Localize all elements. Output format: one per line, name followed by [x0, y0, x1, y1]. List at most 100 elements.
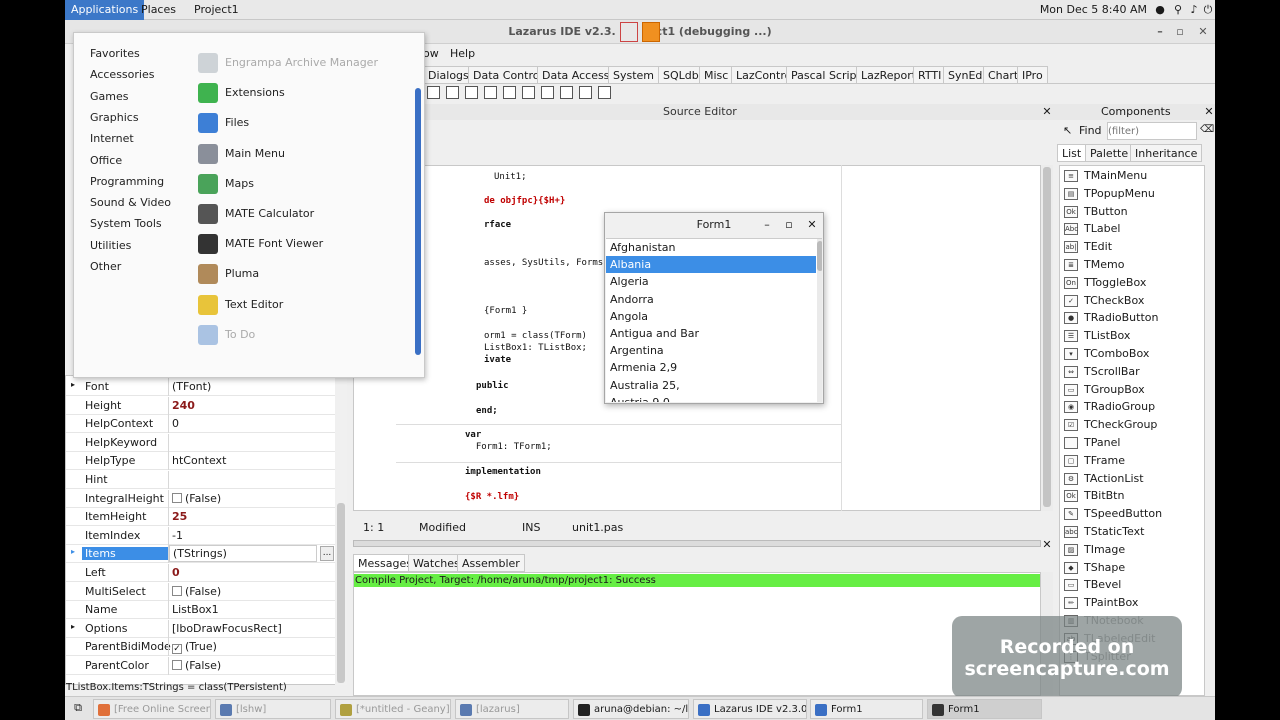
property-value[interactable]: (TStrings) [169, 545, 317, 563]
palette-component-icon[interactable] [541, 86, 554, 99]
compile-success-message[interactable]: Compile Project, Target: /home/aruna/tmp… [354, 574, 1040, 587]
component-item[interactable]: ✎ TSpeedButton [1062, 505, 1202, 523]
menu-category[interactable]: Utilities [90, 239, 131, 252]
app-launcher[interactable]: Files [198, 111, 398, 135]
app-launcher[interactable]: Text Editor [198, 293, 398, 317]
listbox-scrollbar[interactable] [817, 239, 822, 402]
property-row[interactable]: ItemHeight 25 [66, 508, 336, 527]
palette-component-icon[interactable] [484, 86, 497, 99]
property-value[interactable]: (TFont) [172, 380, 211, 393]
app-launcher[interactable]: To Do [198, 323, 398, 347]
menu-window[interactable]: ow [423, 47, 439, 60]
app-launcher[interactable]: MATE Font Viewer [198, 232, 398, 256]
component-item[interactable]: ✓ TCheckBox [1062, 292, 1202, 310]
component-item[interactable]: ☰ TListBox [1062, 327, 1202, 345]
listbox-item[interactable]: Algeria [606, 273, 816, 290]
listbox-item[interactable]: Armenia 2,9 [606, 359, 816, 376]
property-row[interactable]: ▸ Font (TFont) [66, 378, 336, 396]
component-item[interactable]: ☑ TCheckGroup [1062, 416, 1202, 434]
palette-tab[interactable]: System [608, 66, 660, 83]
property-row[interactable]: Hint [66, 471, 336, 489]
taskbar-item[interactable]: aruna@debian: ~/l... [573, 699, 689, 719]
listbox1[interactable]: Austria 9,0Australia 25,Armenia 2,9Argen… [606, 238, 822, 402]
component-item[interactable]: abc TStaticText [1062, 523, 1202, 541]
property-value[interactable]: htContext [172, 454, 226, 467]
app-launcher[interactable]: Engrampa Archive Manager [198, 51, 398, 75]
property-row[interactable]: ▸ Items (TStrings)... [66, 545, 336, 564]
palette-component-icon[interactable] [560, 86, 573, 99]
property-row[interactable]: Name ListBox1 [66, 601, 336, 620]
editor-scrollbar[interactable] [1041, 165, 1053, 511]
close-icon[interactable]: ✕ [804, 213, 820, 237]
expand-icon[interactable]: ▸ [71, 380, 75, 389]
listbox-item[interactable]: Albania [606, 256, 816, 274]
property-row[interactable]: HelpType htContext [66, 452, 336, 471]
close-components-icon[interactable]: ✕ [1203, 105, 1215, 119]
property-row[interactable]: HelpKeyword [66, 433, 336, 452]
palette-tab[interactable]: IPro [1017, 66, 1048, 83]
component-item[interactable]: ▭ TBevel [1062, 576, 1202, 594]
property-value[interactable]: 0 [172, 417, 179, 430]
property-value[interactable]: 240 [172, 399, 195, 412]
property-value[interactable]: (False) [172, 659, 221, 672]
applications-menu-button[interactable]: Applications [65, 0, 145, 20]
taskbar-item[interactable]: Form1 [810, 699, 923, 719]
component-item[interactable]: ab| TEdit [1062, 238, 1202, 256]
property-value[interactable]: ✓ (True) [172, 640, 217, 655]
menu-category[interactable]: Graphics [90, 111, 139, 124]
expand-icon[interactable]: ▸ [71, 622, 75, 631]
palette-component-icon[interactable] [465, 86, 478, 99]
app-launcher[interactable]: Pluma [198, 262, 398, 286]
network-icon[interactable]: ⚲ [1171, 3, 1185, 17]
property-row[interactable]: Left 0 [66, 564, 336, 582]
checkbox[interactable] [172, 660, 182, 670]
property-row[interactable]: IntegralHeight (False) [66, 489, 336, 508]
minimize-icon[interactable]: – [759, 213, 775, 237]
menu-category[interactable]: Other [90, 260, 121, 273]
app-launcher[interactable]: MATE Calculator [198, 202, 398, 226]
close-source-editor-icon[interactable]: ✕ [1041, 105, 1053, 119]
apps-menu-scrollbar[interactable] [415, 88, 421, 355]
components-scrollbar[interactable] [1205, 165, 1213, 696]
palette-tab[interactable]: LazReport [856, 66, 922, 83]
find-input[interactable] [1107, 122, 1197, 140]
menu-category[interactable]: Internet [90, 132, 134, 145]
property-row[interactable]: HelpContext 0 [66, 415, 336, 434]
component-item[interactable]: TPanel [1062, 434, 1202, 452]
palette-component-icon[interactable] [503, 86, 516, 99]
menu-help[interactable]: Help [450, 47, 475, 60]
component-item[interactable]: ✏ TPaintBox [1062, 594, 1202, 612]
palette-tab[interactable]: Pascal Script [786, 66, 866, 83]
menu-category[interactable]: Programming [90, 175, 164, 188]
notification-icon[interactable]: ● [1153, 3, 1167, 17]
checkbox[interactable] [172, 492, 182, 503]
clear-filter-icon[interactable]: ⌫ [1200, 124, 1214, 135]
palette-tab[interactable]: Misc [699, 66, 734, 83]
listbox-item[interactable]: Antigua and Bar [606, 325, 816, 342]
menu-category[interactable]: System Tools [90, 217, 162, 230]
listbox-item[interactable]: Afghanistan [606, 239, 816, 256]
property-row[interactable]: MultiSelect (False) [66, 582, 336, 601]
palette-tab[interactable]: RTTI [913, 66, 947, 83]
component-item[interactable]: ▤ TPopupMenu [1062, 185, 1202, 203]
property-row[interactable]: ItemIndex -1 [66, 526, 336, 545]
component-item[interactable]: ≣ TMemo [1062, 256, 1202, 274]
editor-splitter[interactable] [353, 540, 1041, 547]
checkbox[interactable] [172, 585, 182, 596]
app-launcher[interactable]: Main Menu [198, 142, 398, 166]
taskbar-item[interactable]: [Free Online Screen... [93, 699, 211, 719]
component-item[interactable]: Ok TButton [1062, 203, 1202, 221]
show-desktop-icon[interactable]: ⧉ [71, 701, 85, 715]
edit-items-button[interactable]: ... [320, 546, 334, 562]
property-row[interactable]: ▸ Options [lboDrawFocusRect] [66, 619, 336, 638]
places-menu-button[interactable]: Places [135, 0, 182, 20]
listbox-item[interactable]: Andorra [606, 291, 816, 308]
palette-tab[interactable]: Dialogs [423, 66, 474, 83]
property-row[interactable]: Height 240 [66, 396, 336, 415]
taskbar-item[interactable]: [lshw] [215, 699, 331, 719]
menu-category[interactable]: Office [90, 154, 122, 167]
volume-icon[interactable]: ♪ [1187, 3, 1201, 17]
tab-palette[interactable]: Palette [1085, 144, 1134, 162]
palette-component-icon[interactable] [427, 86, 440, 99]
taskbar-item[interactable]: Form1 [927, 699, 1042, 719]
